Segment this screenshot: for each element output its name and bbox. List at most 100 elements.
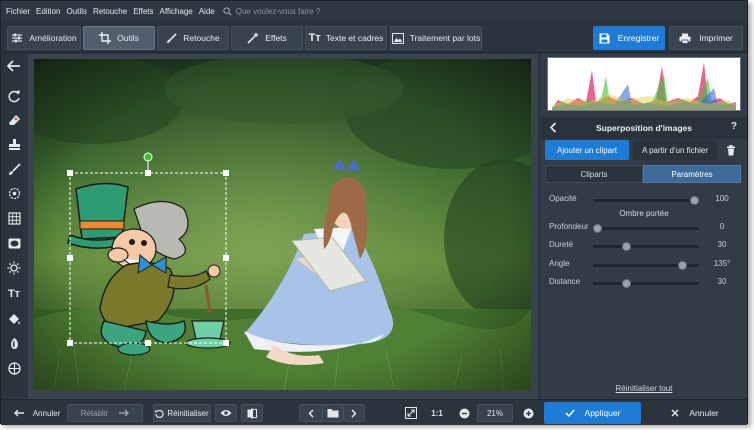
chevron-left-icon[interactable] [549,122,557,133]
tab-retouche-label: Retouche [183,33,220,43]
hardness-slider[interactable]: Dureté 30 [549,240,726,252]
prev-image-button[interactable] [299,404,323,422]
menu-retouche[interactable]: Retouche [93,7,127,16]
tab-texte-cadres[interactable]: Tт Texte et cadres [305,26,387,50]
compare-icon[interactable] [241,404,263,422]
redo-button[interactable]: Rétablir [67,404,143,422]
add-clipart-button[interactable]: Ajouter un clipart [545,140,629,160]
redo-label: Rétablir [80,408,109,418]
tab-amelioration-label: Amélioration [29,33,77,43]
reset-all-link[interactable]: Réinitialiser tout [541,384,747,393]
tab-retouche[interactable]: Retouche [157,26,229,50]
save-button[interactable]: Enregistrer [593,26,665,50]
eye-icon[interactable] [215,404,237,422]
apply-button[interactable]: Appliquer [544,402,641,424]
text-tool-icon[interactable]: Tт [5,285,23,303]
folder-icon[interactable] [322,404,344,422]
brush-tool-icon[interactable] [5,160,23,178]
angle-label: Angle [549,259,570,268]
globe-icon[interactable] [5,359,23,377]
redo-icon [119,409,130,417]
zoom-level[interactable]: 21% [477,404,513,422]
actual-size-button[interactable]: 1:1 [427,404,447,422]
angle-track[interactable] [593,261,699,270]
cancel-button[interactable]: Annuler [645,402,745,424]
zoom-out-icon[interactable] [455,404,473,422]
tab-outils[interactable]: Outils [83,26,155,50]
print-label: Imprimer [699,33,733,43]
reset-button[interactable]: Réinitialiser [153,404,211,422]
apply-label: Appliquer [584,408,621,418]
angle-slider[interactable]: Angle 135° [549,259,730,271]
histogram [547,57,741,111]
menu-fichier[interactable]: Fichier [6,7,30,16]
bottom-bar: Annuler Rétablir Réinitialiser 1:1 21% A… [1,399,747,425]
menu-bar: Fichier Edition Outils Retouche Effets A… [1,1,747,21]
photo-canvas[interactable] [34,59,531,390]
text-icon: Tт [308,32,321,44]
left-tool-strip: Tт [1,54,27,399]
distance-slider[interactable]: Distance 30 [549,277,726,289]
opacity-slider[interactable]: Opacité 100 [549,194,729,206]
distance-label: Distance [549,277,581,286]
opacity-knob[interactable] [690,196,699,205]
tab-amelioration[interactable]: Amélioration [7,26,81,50]
zoom-in-icon[interactable] [519,404,537,422]
shadow-section-title: Ombre portée [619,209,669,218]
depth-label: Profondeur [549,222,589,231]
depth-track[interactable] [593,224,699,233]
menu-outils[interactable]: Outils [66,7,86,16]
trash-icon[interactable] [721,140,741,160]
fit-screen-icon[interactable] [401,404,421,422]
target-icon[interactable] [5,184,23,202]
from-file-button[interactable]: A partir d'un fichier [633,140,717,160]
distance-track[interactable] [593,279,699,288]
hardness-label: Dureté [549,240,574,249]
hardness-track[interactable] [593,242,699,251]
chevron-right-icon [351,408,357,418]
angle-value: 135° [713,259,731,268]
reset-label: Réinitialiser [167,408,209,418]
vignette-icon[interactable] [5,234,23,252]
tab-traitement-lots[interactable]: Traitement par lots [390,26,482,50]
opacity-value: 100 [715,194,729,203]
undo-label: Annuler [32,408,61,418]
depth-knob[interactable] [593,224,602,233]
hardness-knob[interactable] [622,242,632,251]
menu-affichage[interactable]: Affichage [160,7,193,16]
distance-knob[interactable] [622,279,632,288]
main-toolbar: Amélioration Outils Retouche Effets Tт T… [1,21,747,53]
subtab-parametres[interactable]: Paramètres [643,165,741,183]
canvas-area[interactable] [28,54,538,399]
undo-button[interactable]: Annuler [11,404,63,422]
tab-effets[interactable]: Effets [231,26,303,50]
back-arrow-icon[interactable] [5,57,23,75]
menu-aide[interactable]: Aide [199,7,215,16]
eraser-icon[interactable] [5,111,23,129]
search-placeholder: Que voulez-vous faire ? [235,6,321,16]
undo-icon [13,409,24,417]
menu-edition[interactable]: Edition [36,7,60,16]
bucket-icon[interactable] [5,310,23,328]
next-image-button[interactable] [343,404,365,422]
menu-effets[interactable]: Effets [133,7,153,16]
photo-image [34,59,531,390]
help-icon[interactable]: ? [731,121,737,132]
angle-knob[interactable] [678,261,688,270]
depth-slider[interactable]: Profondeur 0 [549,222,724,234]
rotate-icon[interactable] [5,87,23,105]
search-icon [223,6,232,16]
panel-header: Superposition d'images ? [541,117,747,139]
print-button[interactable]: Imprimer [669,26,743,50]
search-box[interactable]: Que voulez-vous faire ? [223,6,321,16]
subtab-cliparts[interactable]: Cliparts [545,165,643,183]
opacity-track[interactable] [593,196,699,205]
grid-icon[interactable] [5,209,23,227]
close-icon [671,409,679,417]
right-panel: Superposition d'images ? Ajouter un clip… [541,54,747,399]
sun-icon[interactable] [5,259,23,277]
stamp-icon[interactable] [5,135,23,153]
app-window: Fichier Edition Outils Retouche Effets A… [0,0,748,425]
check-icon [565,409,575,417]
gradient-icon[interactable] [5,334,23,352]
